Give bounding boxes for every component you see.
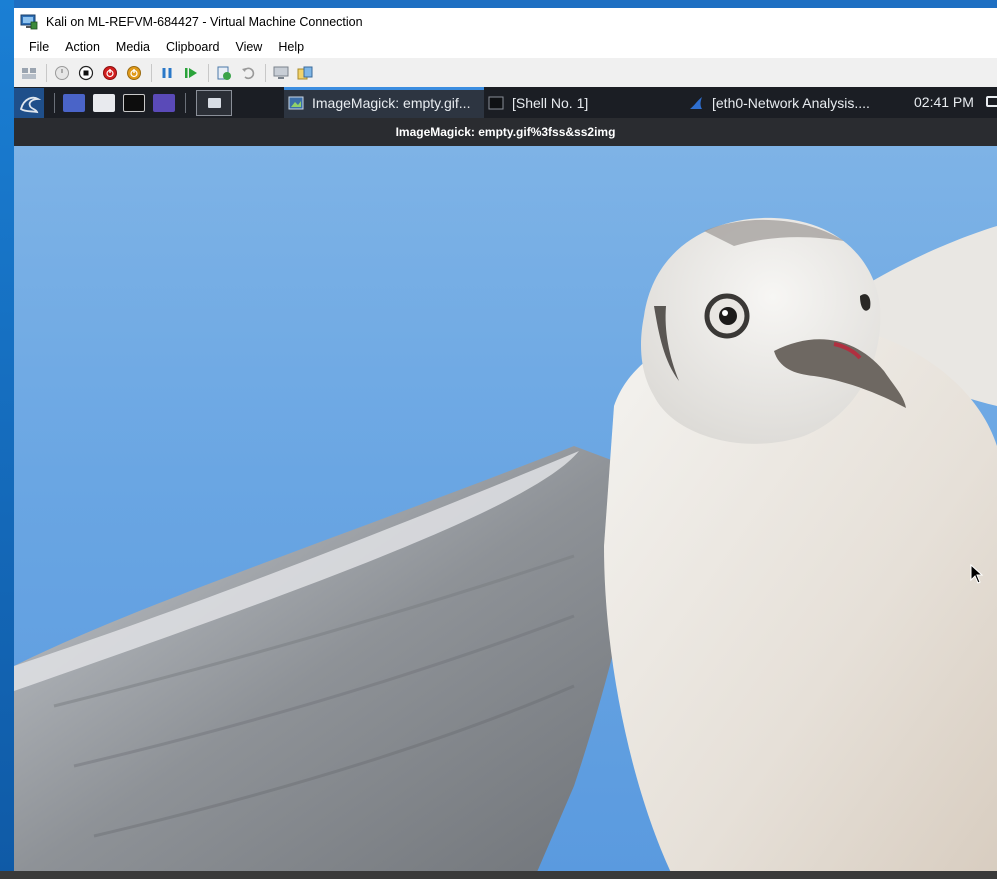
window-title: Kali on ML-REFVM-684427 - Virtual Machin… [46, 15, 363, 29]
pause-icon [162, 67, 172, 78]
menu-bar: File Action Media Clipboard View Help [14, 36, 997, 58]
displayed-image [14, 146, 997, 879]
menu-view[interactable]: View [228, 36, 269, 58]
vm-connection-icon [20, 14, 38, 30]
toolbar-separator [265, 63, 266, 82]
turn-off-button[interactable] [77, 64, 95, 82]
workspace-window-thumb [207, 97, 221, 108]
vm-connection-window: Kali on ML-REFVM-684427 - Virtual Machin… [14, 8, 997, 879]
toolbar-separator [151, 63, 152, 82]
enhanced-session-icon [273, 66, 289, 79]
host-desktop-edge [0, 0, 14, 879]
resume-button[interactable] [182, 64, 200, 82]
shut-down-icon [103, 65, 117, 80]
panel-separator [54, 92, 55, 113]
enhanced-session-button[interactable] [272, 64, 290, 82]
menu-clipboard[interactable]: Clipboard [159, 36, 227, 58]
checkpoint-icon [217, 66, 231, 80]
imagemagick-icon [288, 96, 304, 109]
checkpoint-button[interactable] [215, 64, 233, 82]
task-imagemagick[interactable]: ImageMagick: empty.gif... [284, 87, 484, 118]
file-manager-launcher[interactable] [93, 93, 115, 112]
start-button[interactable] [53, 64, 71, 82]
wireshark-fin-icon [690, 96, 702, 109]
menu-file[interactable]: File [22, 36, 56, 58]
share-button[interactable] [296, 64, 314, 82]
terminal-launcher[interactable] [123, 93, 145, 112]
window-titlebar[interactable]: Kali on ML-REFVM-684427 - Virtual Machin… [14, 8, 997, 36]
panel-clock[interactable]: 02:41 PM [914, 87, 974, 118]
task-label: [Shell No. 1] [512, 94, 589, 111]
menu-media[interactable]: Media [109, 36, 157, 58]
ctrl-alt-del-icon [22, 67, 36, 79]
terminal-icon [488, 96, 504, 109]
turn-off-icon [78, 65, 94, 80]
save-icon [127, 65, 141, 80]
screen-recorder-launcher[interactable] [153, 93, 175, 112]
vm-toolbar [14, 58, 997, 88]
menu-action[interactable]: Action [58, 36, 107, 58]
task-shell[interactable]: [Shell No. 1] [484, 87, 674, 118]
kali-menu-button[interactable] [14, 87, 44, 118]
revert-icon [242, 67, 255, 79]
seagull-photo [14, 217, 997, 879]
toolbar-separator [46, 63, 47, 82]
task-label: [eth0-Network Analysis.... [712, 94, 870, 111]
kali-top-panel: ImageMagick: empty.gif... [Shell No. 1] … [14, 87, 997, 118]
vm-display[interactable]: ImageMagick: empty.gif... [Shell No. 1] … [14, 87, 997, 879]
tray-window-icon[interactable] [986, 96, 997, 107]
shut-down-button[interactable] [101, 64, 119, 82]
toolbar-separator [208, 63, 209, 82]
kali-dragon-icon [19, 96, 42, 113]
pause-button[interactable] [158, 64, 176, 82]
workspace-switcher[interactable] [196, 89, 232, 116]
resume-icon [185, 67, 197, 78]
menu-help[interactable]: Help [271, 36, 311, 58]
revert-button[interactable] [239, 64, 257, 82]
imagemagick-window-title[interactable]: ImageMagick: empty.gif%3fss&ss2img [14, 118, 997, 146]
task-network-analysis[interactable]: [eth0-Network Analysis.... [684, 87, 894, 118]
start-icon [55, 65, 69, 80]
ctrl-alt-del-button[interactable] [20, 64, 38, 82]
panel-separator [185, 92, 186, 113]
mouse-cursor-icon [970, 564, 984, 584]
show-desktop-launcher[interactable] [63, 93, 85, 112]
host-taskbar-edge [0, 871, 997, 879]
save-button[interactable] [125, 64, 143, 82]
share-icon [297, 66, 313, 79]
task-label: ImageMagick: empty.gif... [312, 94, 471, 111]
